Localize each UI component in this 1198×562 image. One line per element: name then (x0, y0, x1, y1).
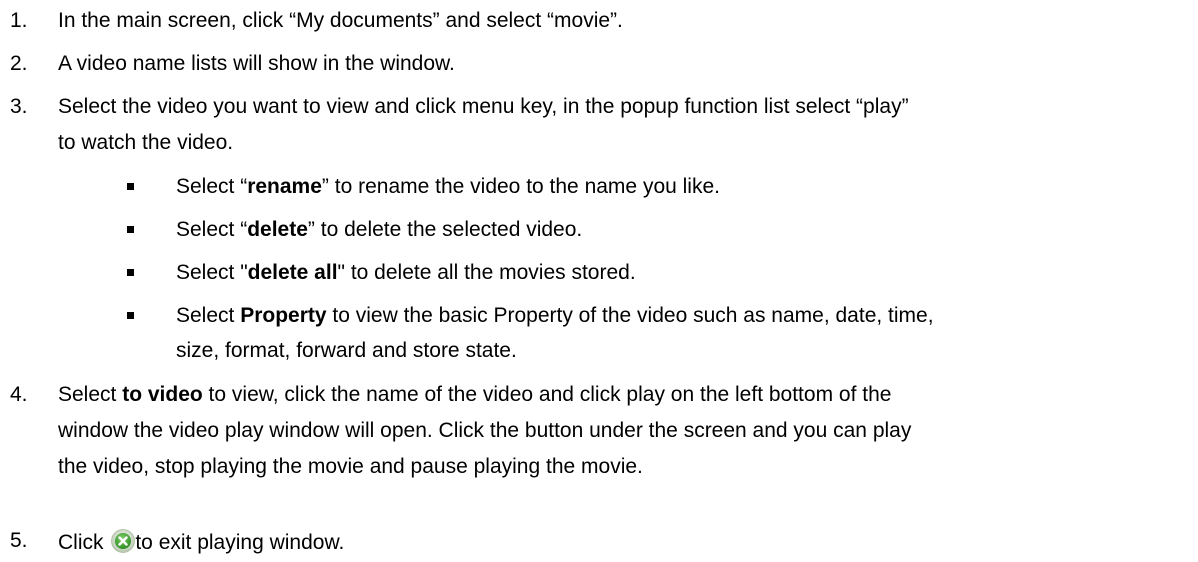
bullet-text: Select Property to view the basic Proper… (176, 304, 934, 327)
bullet-text: Select "delete all" to delete all the mo… (176, 261, 636, 284)
exit-icon (111, 529, 136, 553)
step-text: window the video play window will open. … (58, 419, 912, 442)
bullet-text: Select “rename” to rename the video to t… (176, 175, 720, 198)
bullet-text: Select “delete” to delete the selected v… (176, 218, 583, 241)
step-text: In the main screen, click “My documents”… (58, 9, 623, 32)
bullet-marker (127, 312, 134, 319)
step-text: Click to exit playing window. (58, 529, 345, 554)
bullet-marker (127, 183, 134, 190)
document-page: 1. In the main screen, click “My documen… (0, 0, 1198, 562)
step-text: to watch the video. (58, 131, 234, 154)
bullet-text: size, format, forward and store state. (176, 339, 517, 362)
step-text: Select the video you want to view and cl… (58, 95, 909, 118)
bullet-marker (127, 226, 134, 233)
bullet-marker (127, 269, 134, 276)
step-text: Select to video to view, click the name … (58, 383, 892, 406)
step-number: 3. (10, 95, 28, 118)
step-number: 4. (10, 383, 28, 406)
step-text: A video name lists will show in the wind… (58, 52, 455, 75)
step-text: the video, stop playing the movie and pa… (58, 455, 643, 478)
step-number: 2. (10, 52, 28, 75)
step-number: 5. (10, 529, 28, 552)
step-number: 1. (10, 9, 28, 32)
